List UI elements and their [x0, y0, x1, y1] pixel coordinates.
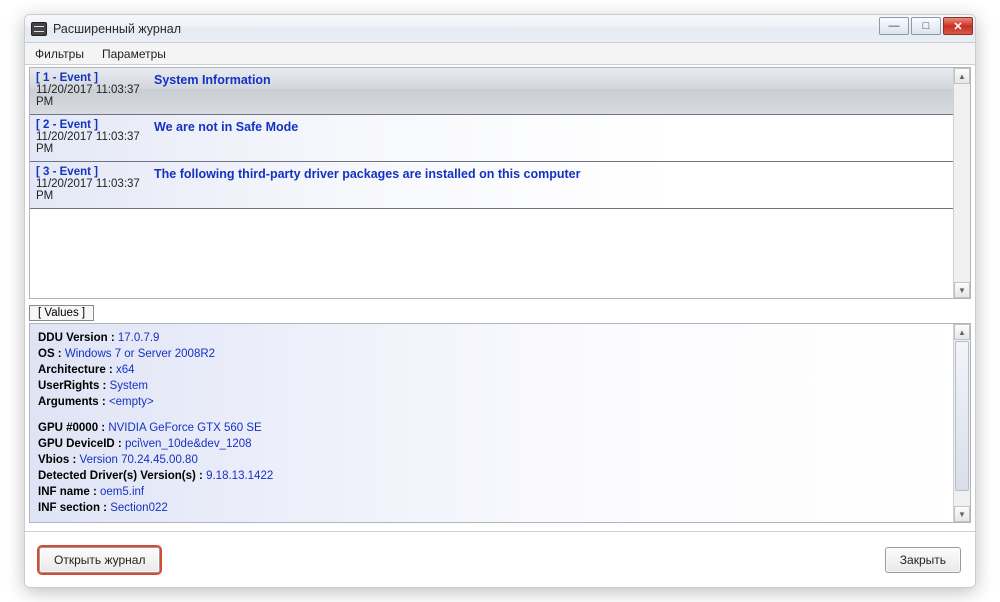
value-key: OS : — [38, 348, 62, 360]
footer: Открыть журнал Закрыть — [25, 531, 975, 587]
event-tag: [ 1 - Event ] — [36, 72, 154, 84]
window-frame: Расширенный журнал — □ ✕ Фильтры Парамет… — [24, 14, 976, 588]
value-val: Section022 — [110, 502, 168, 514]
event-list-scrollbar[interactable]: ▲ ▼ — [953, 68, 970, 298]
event-timestamp: 11/20/2017 11:03:37 PM — [36, 178, 154, 202]
event-message: System Information — [154, 72, 271, 87]
app-icon — [31, 22, 47, 36]
event-list: [ 1 - Event ]11/20/2017 11:03:37 PMSyste… — [29, 67, 971, 299]
value-row: DDU Version : 17.0.7.9 — [38, 330, 945, 346]
menubar: Фильтры Параметры — [25, 43, 975, 65]
open-log-button[interactable]: Открыть журнал — [39, 547, 160, 573]
value-val: 17.0.7.9 — [118, 332, 160, 344]
value-key: GPU #0000 : — [38, 422, 105, 434]
value-key: INF name : — [38, 486, 97, 498]
event-row[interactable]: [ 1 - Event ]11/20/2017 11:03:37 PMSyste… — [30, 68, 953, 115]
event-timestamp: 11/20/2017 11:03:37 PM — [36, 131, 154, 155]
value-val: 9.18.13.1422 — [206, 470, 273, 482]
value-key: UserRights : — [38, 380, 106, 392]
value-key: INF section : — [38, 502, 107, 514]
value-row: INF name : oem5.inf — [38, 484, 945, 500]
values-label: [ Values ] — [29, 305, 94, 321]
value-val: Windows 7 or Server 2008R2 — [65, 348, 215, 360]
value-val: oem5.inf — [100, 486, 144, 498]
value-row: Arguments : <empty> — [38, 394, 945, 410]
event-message: We are not in Safe Mode — [154, 119, 298, 134]
menu-parameters[interactable]: Параметры — [98, 45, 170, 63]
value-key: Architecture : — [38, 364, 113, 376]
values-scrollbar[interactable]: ▲ ▼ — [953, 324, 970, 522]
values-panel: DDU Version : 17.0.7.9OS : Windows 7 or … — [29, 323, 971, 523]
window-controls: — □ ✕ — [877, 17, 973, 35]
scroll-up-icon[interactable]: ▲ — [954, 324, 970, 340]
scroll-up-icon[interactable]: ▲ — [954, 68, 970, 84]
value-key: GPU DeviceID : — [38, 438, 122, 450]
scroll-down-icon[interactable]: ▼ — [954, 282, 970, 298]
titlebar[interactable]: Расширенный журнал — □ ✕ — [25, 15, 975, 43]
menu-filters[interactable]: Фильтры — [31, 45, 88, 63]
value-row: Detected Driver(s) Version(s) : 9.18.13.… — [38, 468, 945, 484]
values-header: [ Values ] — [29, 305, 971, 321]
value-val: x64 — [116, 364, 135, 376]
scroll-down-icon[interactable]: ▼ — [954, 506, 970, 522]
event-meta: [ 2 - Event ]11/20/2017 11:03:37 PM — [36, 119, 154, 155]
scrollbar-thumb[interactable] — [955, 341, 969, 491]
value-row: Vbios : Version 70.24.45.00.80 — [38, 452, 945, 468]
event-message: The following third-party driver package… — [154, 166, 580, 181]
value-val: <empty> — [109, 396, 154, 408]
value-row: GPU #0000 : NVIDIA GeForce GTX 560 SE — [38, 420, 945, 436]
event-row[interactable]: [ 2 - Event ]11/20/2017 11:03:37 PMWe ar… — [30, 115, 953, 162]
maximize-button[interactable]: □ — [911, 17, 941, 35]
value-val: pci\ven_10de&dev_1208 — [125, 438, 252, 450]
close-dialog-button[interactable]: Закрыть — [885, 547, 961, 573]
close-button[interactable]: ✕ — [943, 17, 973, 35]
value-key: Arguments : — [38, 396, 106, 408]
value-row: UserRights : System — [38, 378, 945, 394]
event-meta: [ 3 - Event ]11/20/2017 11:03:37 PM — [36, 166, 154, 202]
value-val: NVIDIA GeForce GTX 560 SE — [108, 422, 261, 434]
value-val: Version 70.24.45.00.80 — [80, 454, 198, 466]
event-timestamp: 11/20/2017 11:03:37 PM — [36, 84, 154, 108]
value-row: INF section : Section022 — [38, 500, 945, 516]
value-key: Vbios : — [38, 454, 76, 466]
window-title: Расширенный журнал — [53, 22, 181, 36]
event-row[interactable]: [ 3 - Event ]11/20/2017 11:03:37 PMThe f… — [30, 162, 953, 209]
minimize-button[interactable]: — — [879, 17, 909, 35]
event-tag: [ 2 - Event ] — [36, 119, 154, 131]
value-row: OS : Windows 7 or Server 2008R2 — [38, 346, 945, 362]
event-meta: [ 1 - Event ]11/20/2017 11:03:37 PM — [36, 72, 154, 108]
value-row: GPU DeviceID : pci\ven_10de&dev_1208 — [38, 436, 945, 452]
value-key: Detected Driver(s) Version(s) : — [38, 470, 203, 482]
value-val: System — [110, 380, 148, 392]
value-key: DDU Version : — [38, 332, 115, 344]
event-tag: [ 3 - Event ] — [36, 166, 154, 178]
value-row: Architecture : x64 — [38, 362, 945, 378]
